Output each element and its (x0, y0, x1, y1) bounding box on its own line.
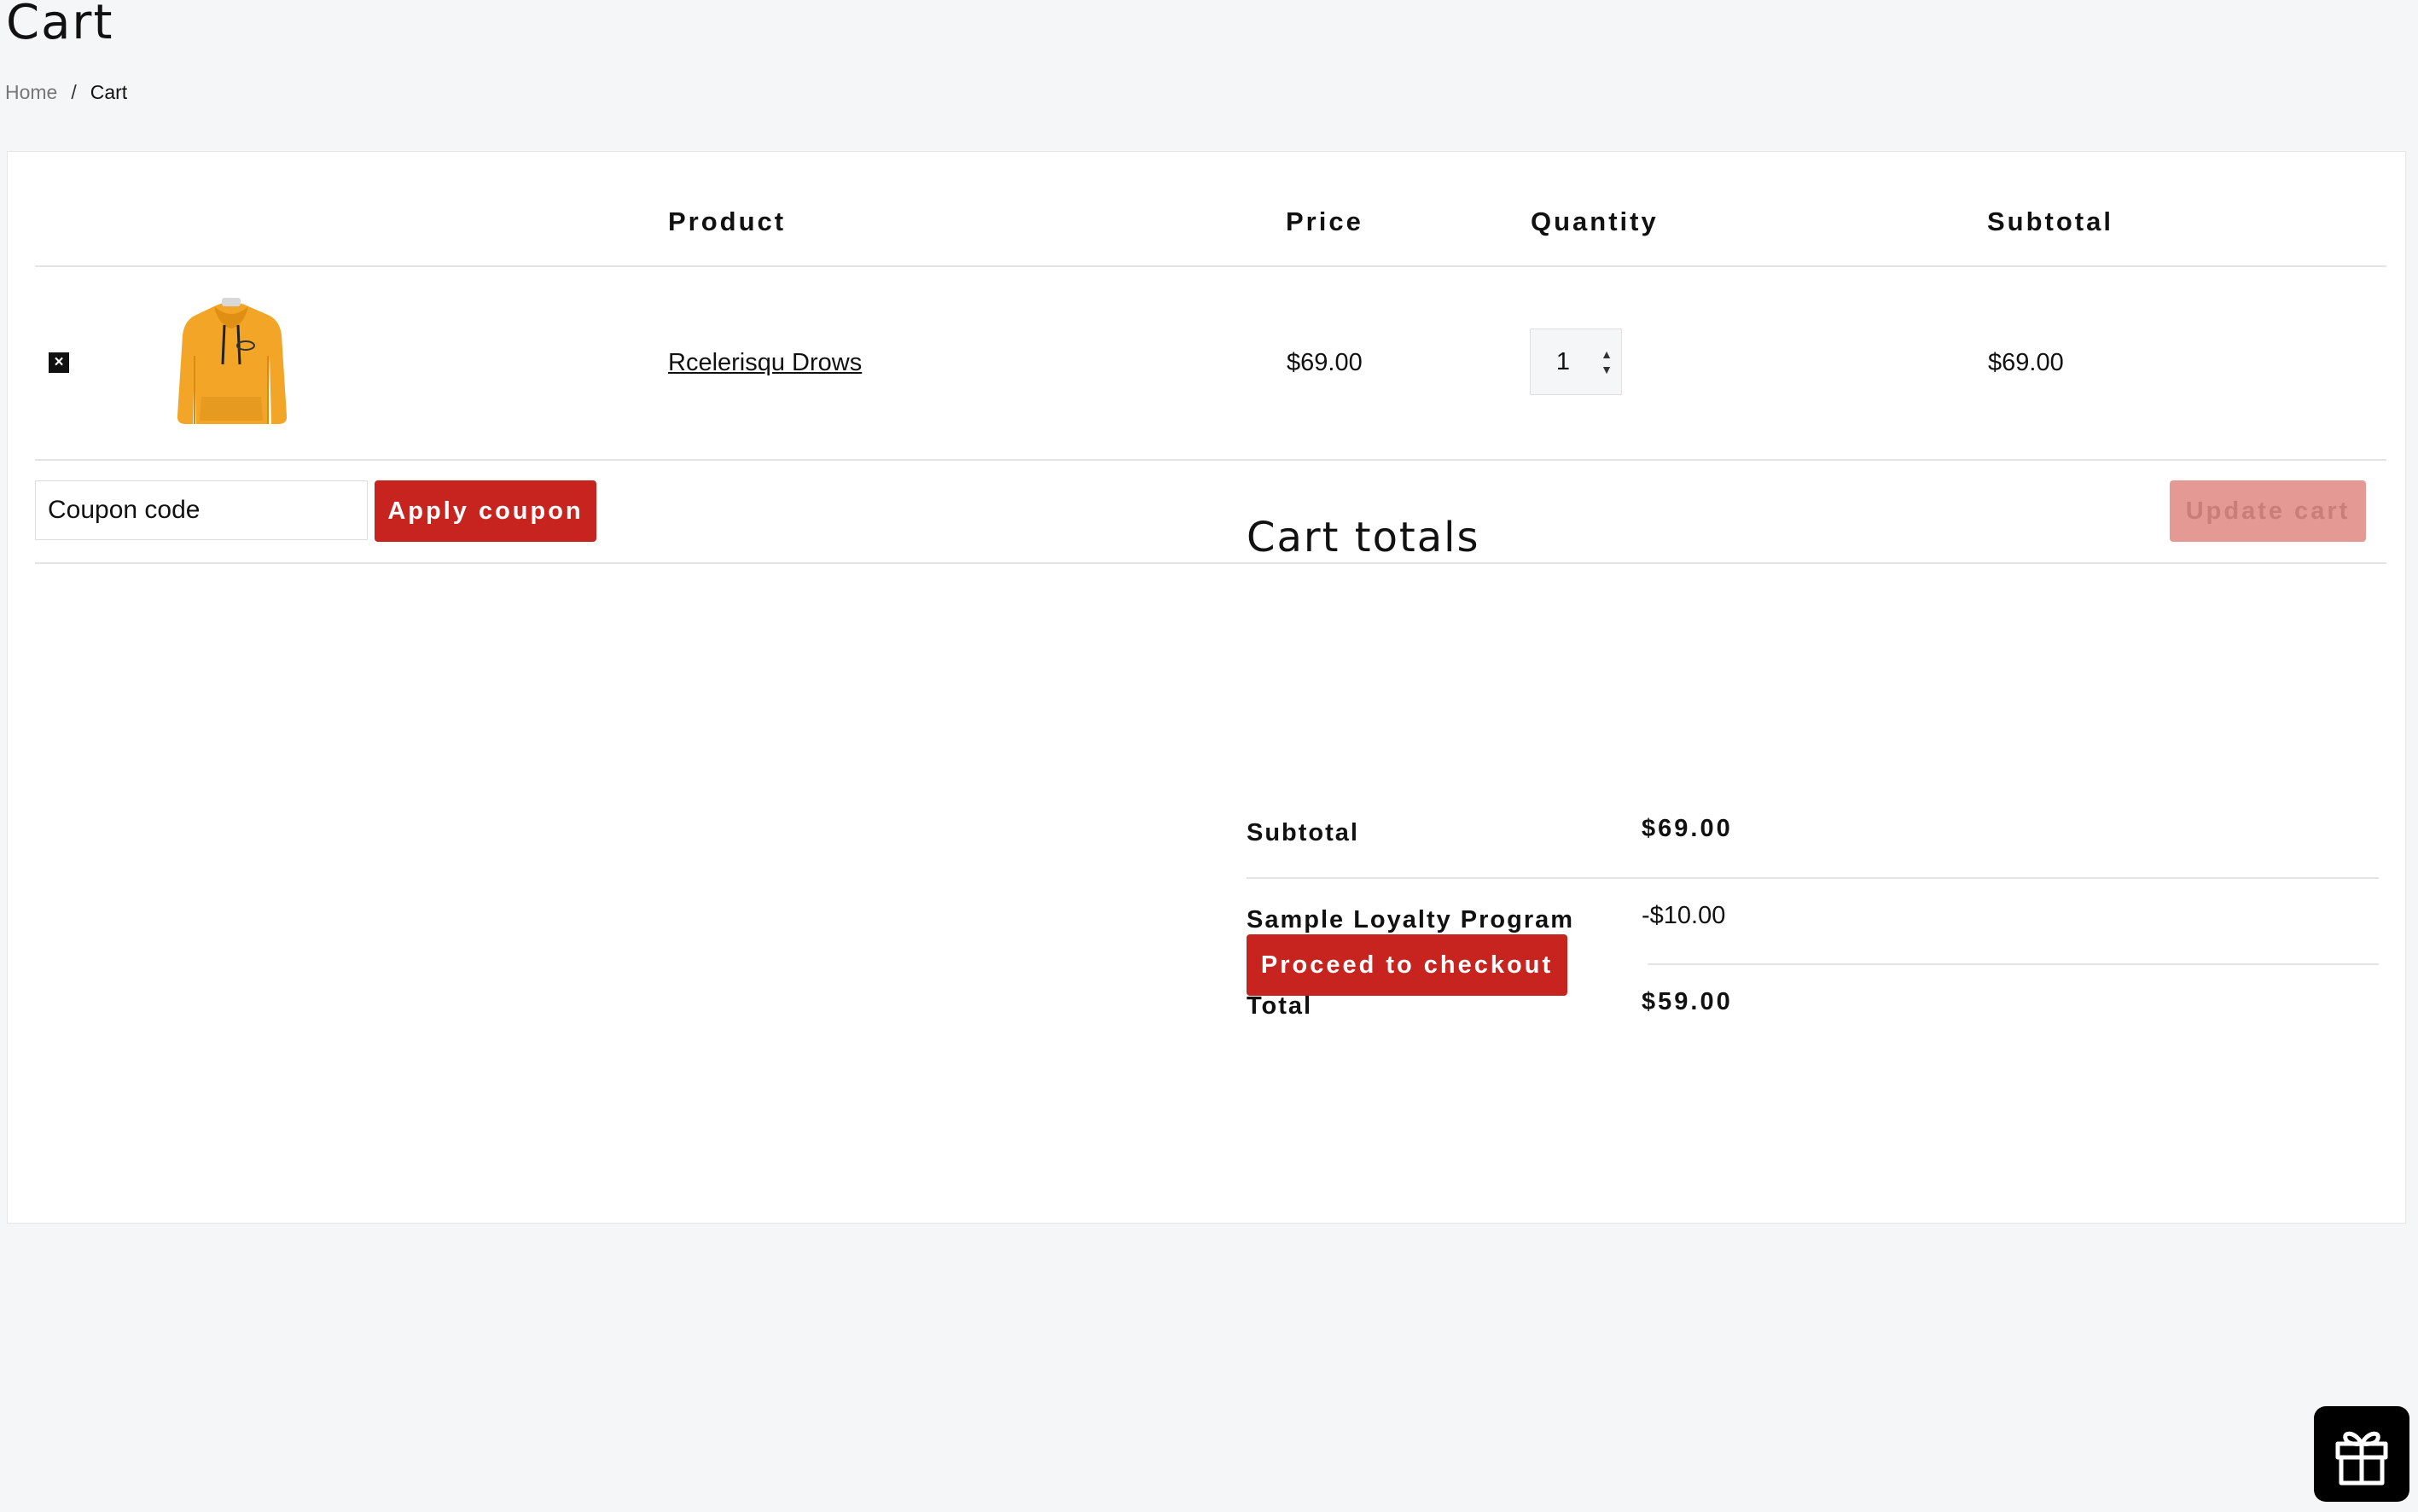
totals-total-row: Total $59.00 (1247, 988, 2379, 1039)
cart-table-header: Product Price Quantity Subtotal (35, 152, 2386, 267)
totals-total-value: $59.00 (1642, 988, 1733, 1015)
product-price: $69.00 (1287, 349, 1363, 376)
apply-coupon-button[interactable]: Apply coupon (375, 480, 596, 542)
cart-card: Product Price Quantity Subtotal × Rceler… (7, 151, 2406, 1224)
totals-divider (1648, 963, 2379, 965)
breadcrumb: Home / Cart (5, 81, 127, 104)
coupon-code-input[interactable] (35, 480, 368, 540)
quantity-value[interactable]: 1 (1531, 329, 1596, 394)
totals-loyalty-value: -$10.00 (1642, 902, 1726, 929)
quantity-arrows[interactable]: ▲ ▼ (1597, 346, 1616, 377)
breadcrumb-current: Cart (90, 81, 128, 103)
cart-row: × Rcelerisqu Drows $69.00 1 ▲ ▼ $69.00 (35, 266, 2386, 461)
totals-subtotal-value: $69.00 (1642, 815, 1733, 842)
cart-totals-title: Cart totals (1247, 514, 1480, 561)
totals-total-label: Total (1247, 992, 1313, 1020)
header-price: Price (1286, 206, 1363, 236)
breadcrumb-home-link[interactable]: Home (5, 81, 57, 103)
totals-subtotal-label: Subtotal (1247, 819, 1359, 846)
proceed-to-checkout-button[interactable]: Proceed to checkout (1247, 934, 1567, 996)
gift-icon (2335, 1431, 2388, 1486)
row-subtotal: $69.00 (1988, 349, 2064, 376)
header-subtotal: Subtotal (1987, 206, 2113, 236)
chevron-down-icon[interactable]: ▼ (1597, 362, 1616, 377)
product-name-link[interactable]: Rcelerisqu Drows (668, 349, 862, 376)
totals-loyalty-label: Sample Loyalty Program (1247, 906, 1575, 933)
update-cart-button[interactable]: Update cart (2170, 480, 2366, 542)
remove-item-button[interactable]: × (49, 352, 69, 373)
totals-subtotal-row: Subtotal $69.00 (1247, 815, 2379, 878)
totals-divider (1247, 877, 2379, 879)
header-quantity: Quantity (1531, 206, 1659, 236)
product-thumbnail[interactable] (167, 296, 295, 433)
breadcrumb-separator: / (71, 81, 77, 103)
product-name-cell: Rcelerisqu Drows (668, 349, 862, 377)
quantity-stepper[interactable]: 1 ▲ ▼ (1530, 329, 1622, 395)
chevron-up-icon[interactable]: ▲ (1597, 346, 1616, 362)
cart-actions: Apply coupon Update cart (35, 460, 2386, 564)
header-product: Product (668, 206, 787, 236)
gift-button[interactable] (2314, 1406, 2409, 1502)
page-title: Cart (6, 0, 114, 50)
